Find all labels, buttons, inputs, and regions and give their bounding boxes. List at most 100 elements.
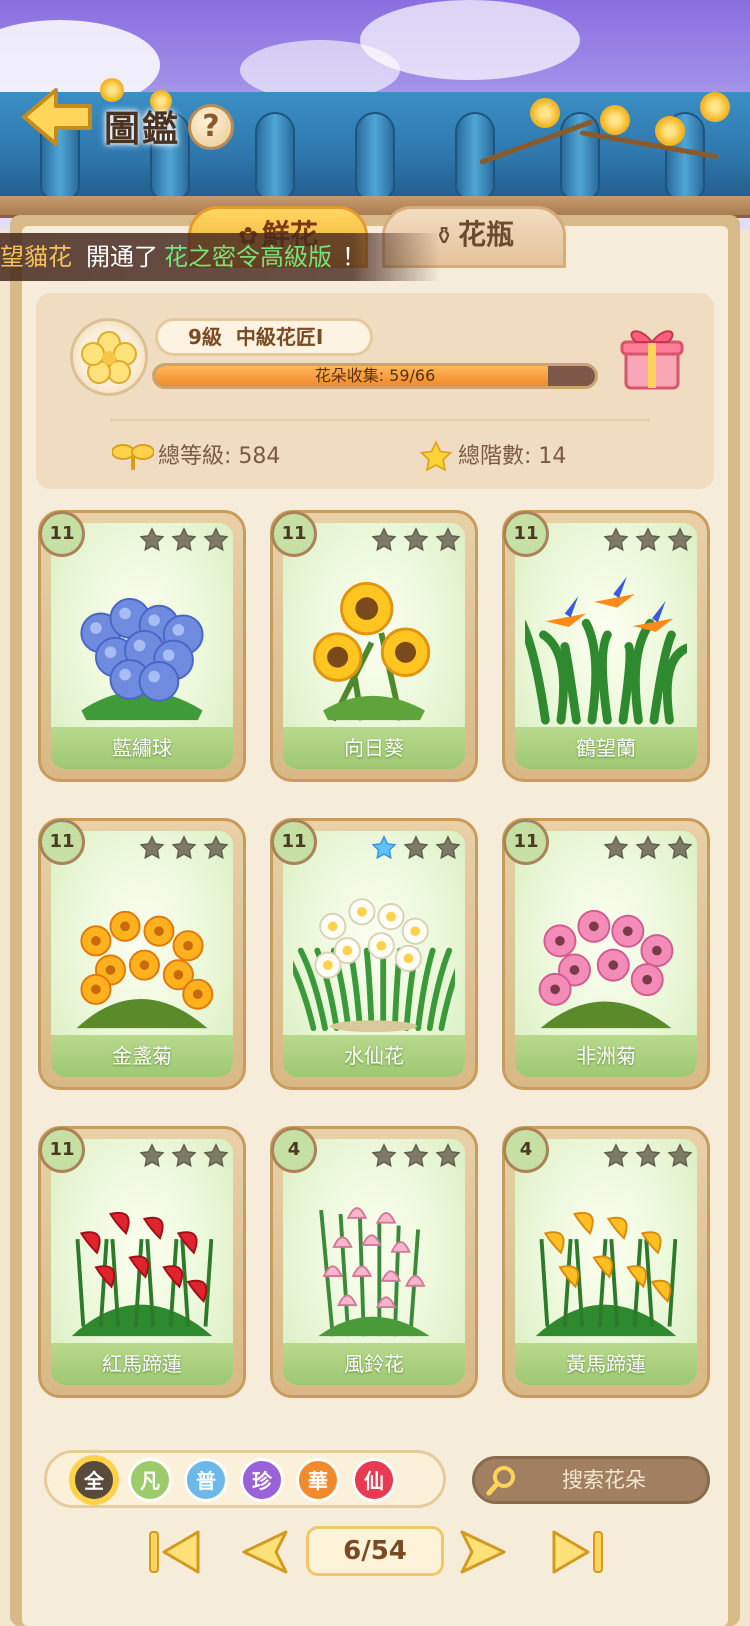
collection-progress-bar: 花朵收集: 59/66	[152, 363, 598, 389]
hydrangea-flower-icon	[80, 597, 204, 721]
star-icon	[667, 1143, 693, 1168]
level-title: 中級花匠I	[235, 325, 324, 349]
flower-card[interactable]: 水仙花 11	[270, 818, 478, 1090]
card-name: 藍繡球	[51, 727, 233, 769]
card-stars	[371, 527, 461, 555]
rarity-filter-button[interactable]: 凡	[128, 1458, 172, 1502]
card-body: 黃馬蹄蓮	[515, 1139, 697, 1385]
announcement-marquee: 望貓花 開通了 花之密令高級版 ！	[0, 233, 440, 281]
narcissus-flower-icon	[293, 898, 455, 1033]
card-stars	[603, 527, 693, 555]
flower-card[interactable]: 金盞菊 11	[38, 818, 246, 1090]
blossom-icon	[700, 92, 730, 122]
card-body: 水仙花	[283, 831, 465, 1077]
back-button[interactable]	[18, 82, 96, 152]
progress-text: 花朵收集: 59/66	[314, 366, 436, 385]
search-placeholder: 搜索花朵	[562, 1468, 646, 1492]
card-level-badge: 11	[503, 819, 549, 865]
card-level-badge: 4	[503, 1127, 549, 1173]
star-icon	[171, 527, 197, 552]
previous-page-button[interactable]	[236, 1526, 294, 1578]
flower-card[interactable]: 鶴望蘭 11	[502, 510, 710, 782]
star-icon	[403, 835, 429, 860]
star-icon	[139, 1143, 165, 1168]
total-stars-stat: 總階數: 14	[418, 440, 566, 474]
card-level-badge: 11	[39, 1127, 85, 1173]
card-name: 非洲菊	[515, 1035, 697, 1077]
blossom-icon	[100, 78, 124, 102]
star-icon	[635, 1143, 661, 1168]
total-level-stat: 總等級: 584	[112, 440, 280, 474]
card-stars	[139, 1143, 229, 1171]
flower-card[interactable]: 向日葵 11	[270, 510, 478, 782]
star-icon	[371, 1143, 397, 1168]
flower-card[interactable]: 黃馬蹄蓮 4	[502, 1126, 710, 1398]
level-badge: 9級 中級花匠I	[155, 318, 373, 356]
cloud	[240, 40, 400, 100]
star-icon	[603, 835, 629, 860]
card-body: 非洲菊	[515, 831, 697, 1077]
next-page-button[interactable]	[454, 1526, 512, 1578]
tab-vases-label: 花瓶	[458, 218, 515, 251]
marquee-text: 開通了	[86, 243, 158, 271]
total-stars-text: 總階數: 14	[458, 444, 567, 469]
card-name: 紅馬蹄蓮	[51, 1343, 233, 1385]
flower-card[interactable]: 風鈴花 4	[270, 1126, 478, 1398]
card-body: 向日葵	[283, 523, 465, 769]
star-icon	[603, 1143, 629, 1168]
gerbera-flower-icon	[538, 909, 674, 1029]
star-icon	[635, 527, 661, 552]
red-calla-flower-icon	[71, 1212, 214, 1337]
flower-card[interactable]: 紅馬蹄蓮 11	[38, 1126, 246, 1398]
blossom-icon	[530, 98, 560, 128]
flower-card[interactable]: 藍繡球 11	[38, 510, 246, 782]
card-stars	[139, 835, 229, 863]
stats-divider	[110, 419, 650, 421]
blossom-icon	[600, 105, 630, 135]
card-body: 風鈴花	[283, 1139, 465, 1385]
star-icon	[171, 835, 197, 860]
page-title: 圖鑑	[104, 109, 181, 150]
blossom-icon	[655, 116, 685, 146]
strelitzia-flower-icon	[525, 576, 687, 725]
rarity-filter-button[interactable]: 全	[72, 1458, 116, 1502]
last-page-button[interactable]	[548, 1526, 606, 1578]
card-name: 水仙花	[283, 1035, 465, 1077]
rarity-filter-button[interactable]: 華	[296, 1458, 340, 1502]
star-icon	[171, 1143, 197, 1168]
card-body: 藍繡球	[51, 523, 233, 769]
star-icon	[203, 835, 229, 860]
star-icon	[435, 527, 461, 552]
card-stars	[603, 835, 693, 863]
rarity-filter-button[interactable]: 普	[184, 1458, 228, 1502]
card-name: 風鈴花	[283, 1343, 465, 1385]
marquee-player-name: 望貓花	[0, 243, 72, 271]
level-number: 9級	[188, 325, 222, 349]
star-icon	[403, 527, 429, 552]
star-icon	[371, 835, 397, 860]
card-name: 黃馬蹄蓮	[515, 1343, 697, 1385]
help-button[interactable]: ?	[188, 104, 234, 150]
plum-blossom-icon	[81, 331, 137, 384]
card-level-badge: 11	[39, 511, 85, 557]
card-body: 紅馬蹄蓮	[51, 1139, 233, 1385]
rarity-filter-button[interactable]: 仙	[352, 1458, 396, 1502]
calendula-flower-icon	[76, 910, 214, 1029]
sunflower-flower-icon	[312, 581, 431, 722]
roof-tile	[255, 112, 295, 200]
star-icon	[139, 835, 165, 860]
card-name: 向日葵	[283, 727, 465, 769]
star-icon	[203, 527, 229, 552]
card-level-badge: 11	[271, 819, 317, 865]
card-body: 鶴望蘭	[515, 523, 697, 769]
star-icon	[435, 835, 461, 860]
gift-box-icon[interactable]	[618, 320, 686, 392]
first-page-button[interactable]	[146, 1526, 204, 1578]
rarity-filter-button[interactable]: 珍	[240, 1458, 284, 1502]
marquee-highlight: 花之密令高級版	[164, 243, 332, 271]
sprout-icon	[112, 444, 154, 470]
page-indicator: 6/54	[306, 1526, 444, 1576]
card-stars	[371, 835, 461, 863]
card-level-badge: 11	[271, 511, 317, 557]
flower-card[interactable]: 非洲菊 11	[502, 818, 710, 1090]
